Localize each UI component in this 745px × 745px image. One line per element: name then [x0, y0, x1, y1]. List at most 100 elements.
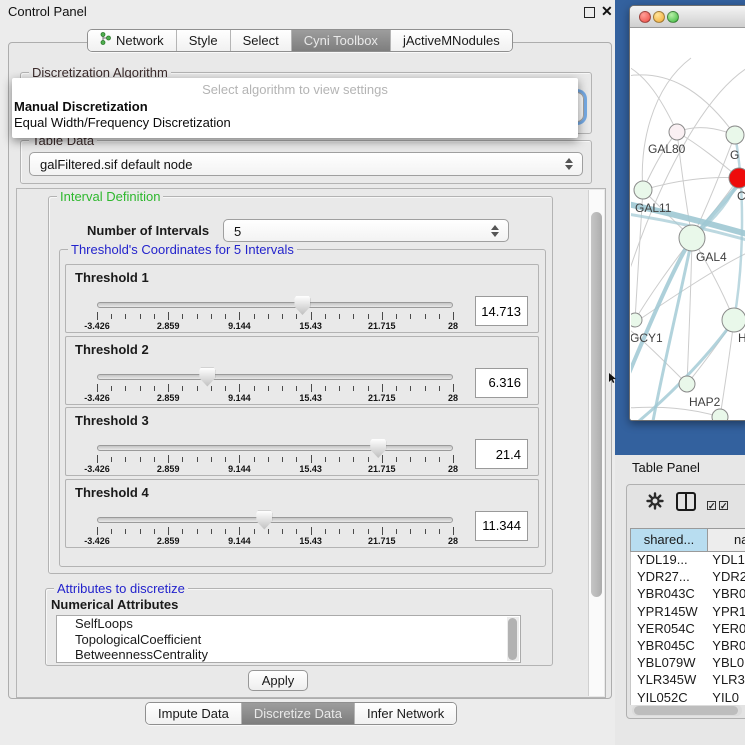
checkbox-icon[interactable]: ✓ [707, 501, 716, 510]
table-data-combobox[interactable]: galFiltered.sif default node [29, 152, 583, 176]
close-icon[interactable]: ✕ [601, 3, 613, 20]
threshold-value-input[interactable] [475, 511, 528, 541]
network-node[interactable] [722, 308, 745, 332]
cell-shared-name[interactable]: YLR345W [631, 672, 706, 689]
tab-impute-data[interactable]: Impute Data [146, 703, 241, 724]
network-node[interactable] [679, 376, 695, 392]
dropdown-option-equal-width[interactable]: Equal Width/Frequency Discretization [14, 115, 231, 130]
tab-network[interactable]: Network [88, 30, 176, 51]
table-row[interactable]: YBR045CYBR0 [631, 638, 745, 655]
network-canvas[interactable]: GAL80GCGAL11GAL4GCY1HHAP2 [631, 28, 745, 421]
threshold-value-input[interactable] [475, 368, 528, 398]
node-label: C [737, 189, 745, 203]
table-row[interactable]: YBR043CYBR0 [631, 586, 745, 603]
cell-shared-name[interactable]: YIL052C [631, 690, 706, 706]
tab-select[interactable]: Select [230, 30, 291, 51]
cell-shared-name[interactable]: YER054C [631, 621, 706, 638]
table-row[interactable]: YLR345WYLR3 [631, 672, 745, 689]
cell-shared-name[interactable]: YDR27... [631, 569, 706, 586]
threshold-slider[interactable]: -3.4262.8599.14415.4321.71528 [97, 367, 453, 403]
table-row[interactable]: YER054CYER0 [631, 621, 745, 638]
network-node[interactable] [679, 225, 705, 251]
cell-shared-name[interactable]: YBR045C [631, 638, 706, 655]
cell-name[interactable]: YPR1 [706, 604, 745, 621]
tab-jactivemnodules[interactable]: jActiveMNodules [390, 30, 512, 51]
network-node[interactable] [712, 409, 728, 421]
columns-icon[interactable] [676, 492, 696, 511]
table-row[interactable]: YBL079WYBL0 [631, 655, 745, 672]
apply-button[interactable]: Apply [248, 670, 308, 691]
network-tab-icon [100, 32, 111, 48]
cell-name[interactable]: YBL0 [706, 655, 745, 672]
cell-shared-name[interactable]: YDL19... [631, 552, 706, 569]
cell-name[interactable]: YIL0 [706, 690, 745, 706]
control-panel-title: Control Panel [8, 4, 87, 19]
threshold-label: Threshold 2 [75, 342, 149, 357]
threshold-slider[interactable]: -3.4262.8599.14415.4321.71528 [97, 510, 453, 546]
scrollbar-thumb[interactable] [634, 706, 738, 715]
window-minimize-icon[interactable] [653, 11, 665, 23]
column-header-shared-name[interactable]: shared... [630, 528, 708, 552]
slider-track[interactable] [97, 517, 453, 523]
threshold-value-input[interactable] [475, 439, 528, 469]
table-row[interactable]: YPR145WYPR1 [631, 604, 745, 621]
network-node[interactable] [669, 124, 685, 140]
network-window-titlebar[interactable] [630, 6, 745, 28]
algorithm-dropdown-popup: Select algorithm to view settings Manual… [12, 78, 578, 138]
cell-name[interactable]: YER0 [706, 621, 745, 638]
settings-vertical-scrollbar[interactable] [588, 190, 604, 696]
checkbox-icon[interactable]: ✓ [719, 501, 728, 510]
tab-infer-network[interactable]: Infer Network [354, 703, 456, 724]
numerical-attributes-list[interactable]: SelfLoops TopologicalCoefficient Between… [56, 615, 521, 663]
scrollbar-thumb[interactable] [508, 618, 517, 660]
network-node[interactable] [726, 126, 744, 144]
slider-ticks [97, 455, 453, 464]
scrollbar-thumb[interactable] [591, 212, 602, 597]
slider-track[interactable] [97, 445, 453, 451]
network-node[interactable] [729, 168, 745, 188]
thresholds-group: Threshold's Coordinates for 5 Intervals … [59, 249, 546, 567]
edge [643, 178, 739, 191]
cell-name[interactable]: YBR0 [706, 638, 745, 655]
table-horizontal-scrollbar[interactable] [632, 705, 742, 716]
network-node[interactable] [634, 181, 652, 199]
threshold-slider[interactable]: -3.4262.8599.14415.4321.71528 [97, 295, 453, 331]
window-close-icon[interactable] [639, 11, 651, 23]
slider-track[interactable] [97, 374, 453, 380]
list-item[interactable]: BetweennessCentrality [57, 647, 520, 663]
threshold-value-input[interactable] [475, 296, 528, 326]
gear-icon[interactable] [646, 492, 664, 513]
cell-shared-name[interactable]: YBL079W [631, 655, 706, 672]
threshold-slider[interactable]: -3.4262.8599.14415.4321.71528 [97, 438, 453, 474]
list-item[interactable]: TopologicalCoefficient [57, 632, 520, 648]
cell-shared-name[interactable]: YBR043C [631, 586, 706, 603]
tab-cyni-toolbox[interactable]: Cyni Toolbox [291, 30, 390, 51]
table-row[interactable]: YDL19...YDL1 [631, 552, 745, 569]
cell-name[interactable]: YDL1 [706, 552, 745, 569]
cell-name[interactable]: YLR3 [706, 672, 745, 689]
cell-name[interactable]: YBR0 [706, 586, 745, 603]
table-body[interactable]: YDL19...YDL1YDR27...YDR2YBR043CYBR0YPR14… [630, 552, 745, 705]
checkbox-icons[interactable]: ✓✓ [707, 497, 731, 512]
cell-shared-name[interactable]: YPR145W [631, 604, 706, 621]
network-node[interactable] [631, 313, 642, 327]
number-of-intervals-spinner[interactable]: 5 [223, 219, 509, 242]
window-zoom-icon[interactable] [667, 11, 679, 23]
list-scrollbar[interactable] [507, 617, 519, 661]
threshold-box: Threshold 1 -3.4262.8599.14415.4321.7152… [65, 264, 539, 333]
table-row[interactable]: YDR27...YDR2 [631, 569, 745, 586]
column-header-name[interactable]: na [708, 528, 745, 552]
tick-label: 21.715 [368, 464, 396, 474]
tab-discretize-data[interactable]: Discretize Data [241, 703, 354, 724]
list-item[interactable]: SelfLoops [57, 616, 520, 632]
dropdown-option-manual[interactable]: Manual Discretization [14, 99, 148, 114]
cell-name[interactable]: YDR2 [706, 569, 745, 586]
threshold-box: Threshold 2 -3.4262.8599.14415.4321.7152… [65, 336, 539, 405]
tab-style[interactable]: Style [176, 30, 230, 51]
slider-track[interactable] [97, 302, 453, 308]
table-row[interactable]: YIL052CYIL0 [631, 690, 745, 706]
float-window-icon[interactable] [584, 7, 595, 18]
tick-label: 15.43 [299, 536, 322, 546]
tick-label: 28 [448, 393, 458, 403]
network-view-window[interactable]: GAL80GCGAL11GAL4GCY1HHAP2 [629, 5, 745, 421]
